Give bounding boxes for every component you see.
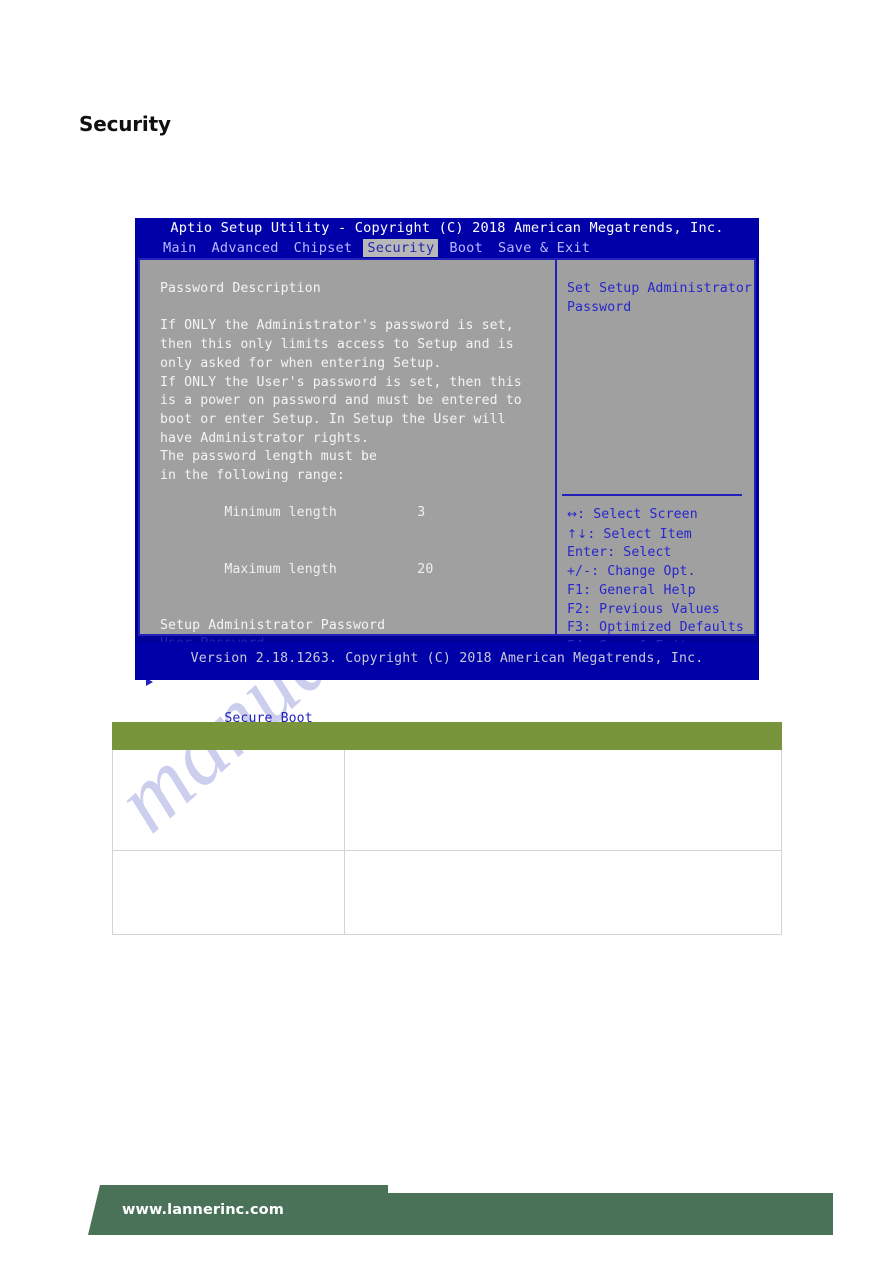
description-line: in the following range: bbox=[160, 468, 345, 484]
left-right-arrow-icon: ↔ bbox=[567, 507, 578, 521]
table-header-cell-1 bbox=[112, 722, 345, 750]
footer-website-url[interactable]: www.lannerinc.com bbox=[122, 1202, 284, 1218]
table-row bbox=[112, 850, 782, 935]
minimum-length-row: Minimum length 3 bbox=[160, 486, 555, 542]
key-legend-key: +/- bbox=[567, 564, 592, 580]
minimum-length-label: Minimum length bbox=[224, 505, 337, 521]
key-legend-row-enter: Enter: Select bbox=[567, 544, 744, 563]
description-line: If ONLY the User's password is set, then… bbox=[160, 374, 522, 390]
help-divider bbox=[562, 494, 742, 496]
maximum-length-row: Maximum length 20 bbox=[160, 542, 555, 598]
key-legend-row-f3: F3: Optimized Defaults bbox=[567, 619, 744, 638]
key-legend-text: : Select bbox=[607, 545, 672, 561]
description-line: then this only limits access to Setup an… bbox=[160, 337, 514, 353]
description-line: The password length must be bbox=[160, 449, 378, 465]
maximum-length-pad bbox=[337, 562, 417, 577]
key-legend-text: : Select Item bbox=[587, 526, 692, 542]
tab-boot[interactable]: Boot bbox=[445, 239, 487, 257]
tab-security[interactable]: Security bbox=[363, 239, 439, 257]
key-legend-row-select-screen: ↔: Select Screen bbox=[567, 505, 744, 525]
bios-footer-bar: Version 2.18.1263. Copyright (C) 2018 Am… bbox=[135, 642, 759, 680]
description-line: have Administrator rights. bbox=[160, 430, 370, 446]
maximum-length-label: Maximum length bbox=[224, 561, 337, 577]
table-row bbox=[112, 749, 782, 851]
bios-header-bar: Aptio Setup Utility - Copyright (C) 2018… bbox=[135, 218, 759, 258]
key-legend-key: F3 bbox=[567, 620, 584, 636]
page-footer-banner: www.lannerinc.com bbox=[0, 1176, 893, 1235]
key-legend-text: : General Help bbox=[583, 582, 696, 598]
maximum-length-value: 20 bbox=[417, 561, 434, 577]
description-line: boot or enter Setup. In Setup the User w… bbox=[160, 411, 506, 427]
key-legend-key: F2 bbox=[567, 601, 584, 617]
table-cell bbox=[344, 850, 782, 935]
minimum-length-pad bbox=[337, 505, 417, 520]
up-down-arrow-icon: ↑↓ bbox=[567, 526, 588, 541]
bios-setup-screen: Aptio Setup Utility - Copyright (C) 2018… bbox=[135, 218, 760, 726]
table-cell bbox=[112, 850, 345, 935]
bios-right-pane: Set Setup Administrator Password ↔: Sele… bbox=[557, 260, 760, 673]
key-legend-text: : Previous Values bbox=[583, 601, 720, 617]
table-header-cell-2 bbox=[344, 722, 782, 750]
page-title: Security bbox=[79, 112, 171, 136]
table-cell bbox=[112, 749, 345, 851]
bios-left-pane: Password Description If ONLY the Adminis… bbox=[140, 260, 555, 726]
key-legend-text: : Select Screen bbox=[577, 507, 698, 522]
description-line: only asked for when entering Setup. bbox=[160, 355, 442, 371]
bios-tab-bar[interactable]: Main Advanced Chipset Security Boot Save… bbox=[159, 239, 594, 257]
description-line: is a power on password and must be enter… bbox=[160, 393, 522, 409]
password-description-heading: Password Description bbox=[160, 281, 321, 296]
table-header-row bbox=[112, 722, 782, 750]
key-legend-key: Enter bbox=[567, 545, 608, 561]
key-legend-text: : Optimized Defaults bbox=[583, 620, 744, 636]
key-legend-row-change-opt: +/-: Change Opt. bbox=[567, 563, 744, 582]
description-line: If ONLY the Administrator's password is … bbox=[160, 318, 514, 334]
minimum-length-value: 3 bbox=[417, 505, 426, 521]
key-legend-row-f2: F2: Previous Values bbox=[567, 601, 744, 620]
tab-save-and-exit[interactable]: Save & Exit bbox=[494, 239, 594, 257]
bios-content-area: Password Description If ONLY the Adminis… bbox=[138, 258, 760, 726]
setup-administrator-password-item[interactable]: Setup Administrator Password bbox=[160, 617, 555, 636]
tab-advanced[interactable]: Advanced bbox=[208, 239, 283, 257]
key-legend-row-select-item: ↑↓: Select Item bbox=[567, 525, 744, 545]
bios-version-text: Version 2.18.1263. Copyright (C) 2018 Am… bbox=[190, 651, 704, 666]
tab-main[interactable]: Main bbox=[159, 239, 201, 257]
key-legend-key: F1 bbox=[567, 582, 584, 598]
key-legend-text: : Change Opt. bbox=[591, 564, 696, 580]
table-cell bbox=[344, 749, 782, 851]
help-text: Set Setup Administrator Password bbox=[567, 281, 760, 315]
key-legend-row-f1: F1: General Help bbox=[567, 582, 744, 601]
spec-table bbox=[112, 722, 782, 935]
bios-title: Aptio Setup Utility - Copyright (C) 2018… bbox=[170, 220, 724, 236]
tab-chipset[interactable]: Chipset bbox=[290, 239, 357, 257]
